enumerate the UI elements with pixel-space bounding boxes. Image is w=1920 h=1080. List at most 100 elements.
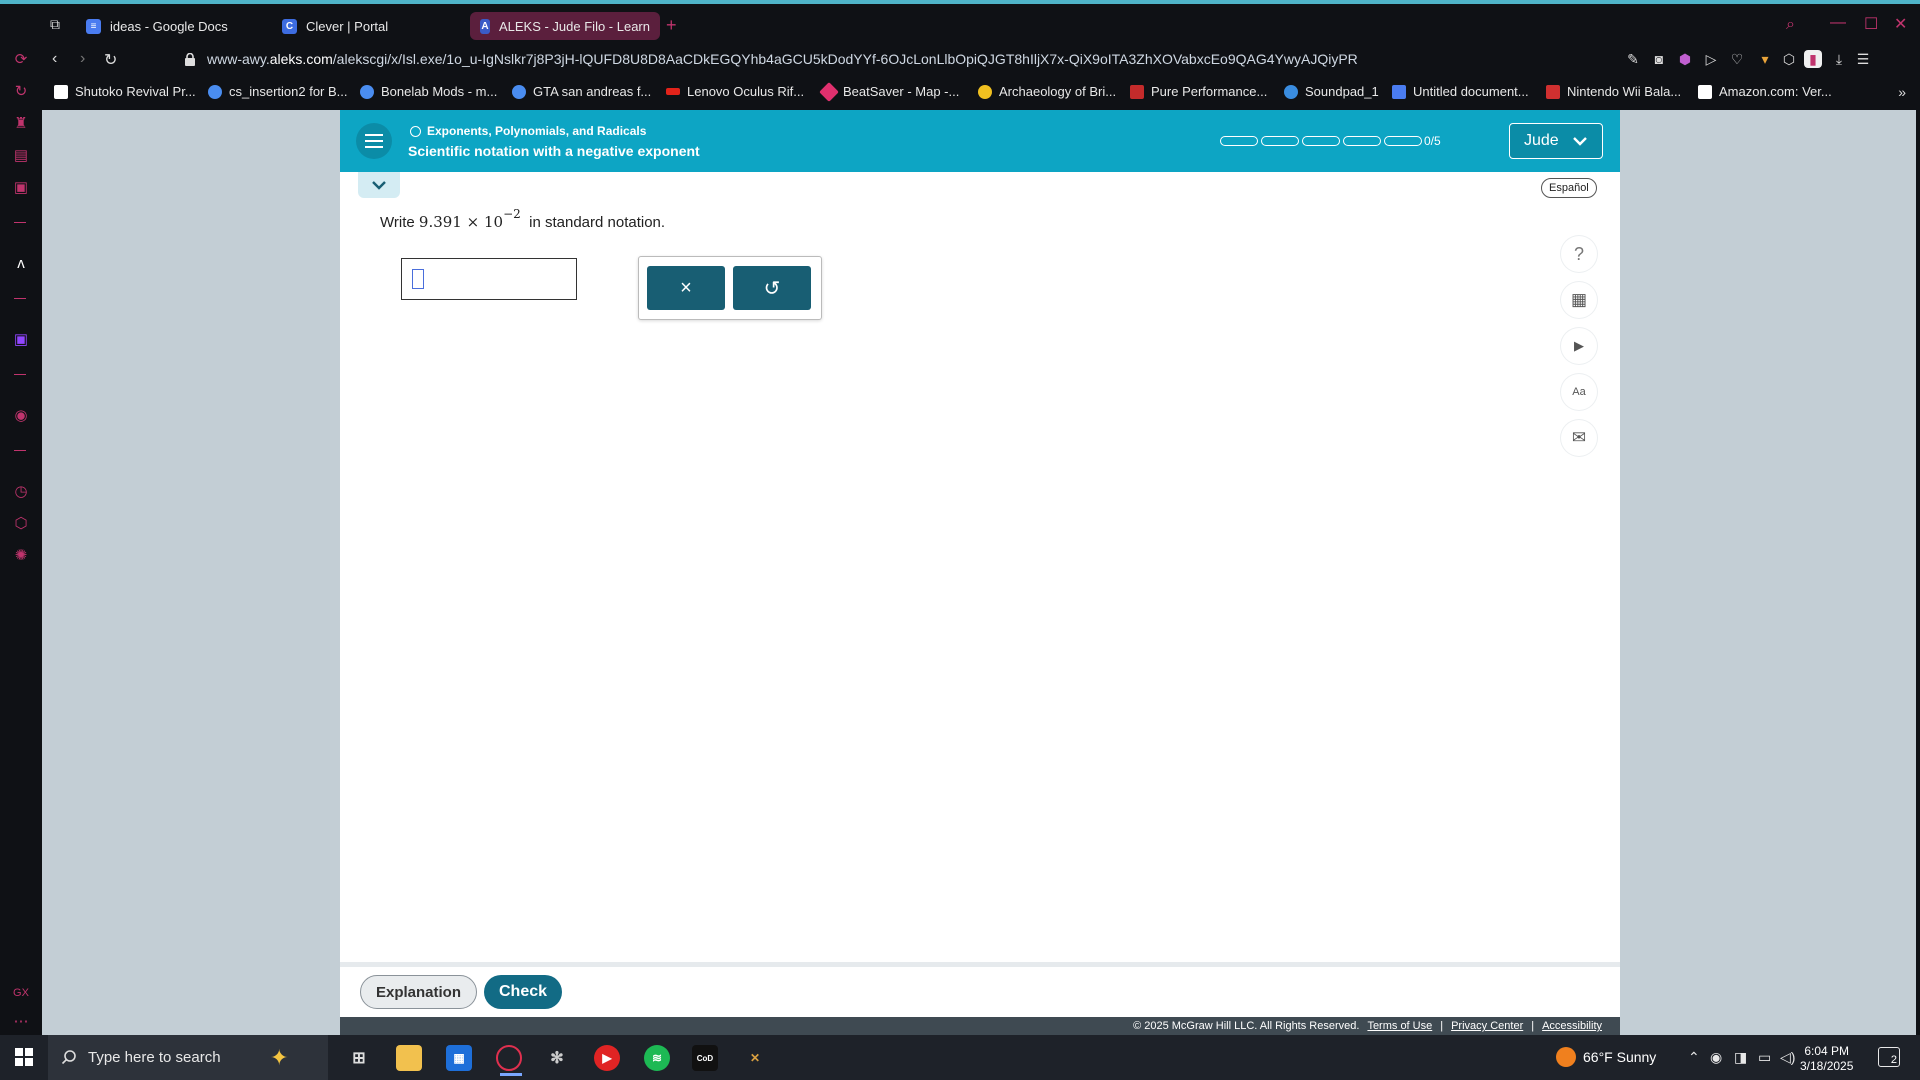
user-menu-button[interactable]: Jude	[1509, 123, 1603, 159]
file-explorer-icon[interactable]	[396, 1045, 422, 1071]
reload-button[interactable]: ↻	[104, 50, 117, 70]
search-highlight-sparkle-icon: ✦	[270, 1045, 289, 1070]
calculator-icon[interactable]: ▦	[1561, 282, 1597, 318]
bookmark-item[interactable]: GTA san andreas f...	[512, 84, 651, 99]
opera-gx-icon[interactable]	[496, 1045, 522, 1076]
mail-app-icon[interactable]: ▣	[10, 176, 32, 198]
vpn-shield-icon[interactable]: ⬢	[1676, 50, 1694, 68]
docs-icon: ≡	[86, 18, 101, 34]
new-tab-button[interactable]: +	[666, 16, 677, 34]
bookmark-item[interactable]: cs_insertion2 for B...	[208, 84, 348, 99]
subtopic-title: Scientific notation with a negative expo…	[408, 143, 700, 159]
action-bar: Explanation Check	[340, 962, 1620, 1010]
windows-start-icon[interactable]	[15, 1048, 33, 1066]
bookmarks-more-button[interactable]: »	[1898, 84, 1906, 100]
bookmark-item[interactable]: Lenovo Oculus Rif...	[666, 84, 804, 99]
settings-gear-icon[interactable]: ✺	[10, 544, 32, 566]
tray-meet-icon[interactable]: ◨	[1734, 1049, 1747, 1066]
nintendo-icon	[1546, 84, 1560, 99]
extension-medal-icon[interactable]: ▾	[1756, 50, 1774, 68]
gx-icon[interactable]: GX	[10, 982, 32, 1004]
history-arrow-icon[interactable]: ↻	[10, 80, 32, 102]
message-icon[interactable]: ✉	[1561, 420, 1597, 456]
chevron-down-icon	[1573, 137, 1587, 146]
tab-clever-portal[interactable]: C Clever | Portal	[272, 12, 398, 40]
bookmark-item[interactable]: Shutoko Revival Pr...	[54, 84, 196, 99]
address-bar: ‹ › ↻ www-awy.aleks.com/alekscgi/x/Isl.e…	[42, 42, 1920, 78]
spotify-icon[interactable]: ≋	[644, 1045, 670, 1071]
network-icon[interactable]: ▭	[1758, 1049, 1771, 1066]
url-field[interactable]: www-awy.aleks.com/alekscgi/x/Isl.exe/1o_…	[207, 51, 1358, 67]
favorites-heart-icon[interactable]: ♡	[1728, 50, 1746, 68]
call-of-duty-icon[interactable]: CoD	[692, 1045, 718, 1071]
privacy-link[interactable]: Privacy Center	[1451, 1020, 1523, 1032]
terms-link[interactable]: Terms of Use	[1367, 1020, 1432, 1032]
progress-count: 0/5	[1424, 134, 1441, 148]
app-settings-icon[interactable]: ✻	[544, 1045, 570, 1071]
tab-google-docs[interactable]: ≡ ideas - Google Docs	[76, 12, 238, 40]
bookmark-item[interactable]: Nintendo Wii Bala...	[1546, 84, 1681, 99]
send-icon[interactable]: ▷	[1702, 50, 1720, 68]
maximize-button[interactable]: ☐	[1864, 14, 1878, 34]
undo-button[interactable]: ↺	[733, 266, 811, 310]
notifications-icon[interactable]: 2	[1878, 1047, 1900, 1067]
edit-page-icon[interactable]: ✎	[1624, 50, 1642, 68]
help-icon[interactable]: ?	[1561, 236, 1597, 272]
textbook-icon[interactable]: Aa	[1561, 374, 1597, 410]
answer-input[interactable]	[401, 258, 577, 300]
refresh-sync-icon[interactable]: ⟳	[10, 48, 32, 70]
sun-icon	[1556, 1047, 1576, 1067]
task-view-icon[interactable]: ⊞	[346, 1045, 372, 1071]
player-icon[interactable]: ◉	[10, 404, 32, 426]
progress-segment	[1220, 136, 1258, 146]
news-icon[interactable]: ▤	[10, 144, 32, 166]
tray-overflow-icon[interactable]: ⌃	[1688, 1049, 1700, 1066]
bookmark-item[interactable]: BeatSaver - Map -...	[819, 81, 959, 102]
game-app-icon[interactable]: ✕	[742, 1045, 768, 1071]
aria-ai-icon[interactable]: ʌ	[10, 252, 32, 274]
camera-snapshot-icon[interactable]: ◙	[1650, 50, 1668, 68]
bookmark-item[interactable]: Archaeology of Bri...	[978, 84, 1116, 99]
input-cursor-box	[412, 269, 424, 289]
microsoft-store-icon[interactable]: ▦	[446, 1045, 472, 1071]
tab-overview-icon[interactable]: ⧉	[50, 16, 60, 33]
video-icon[interactable]: ▶	[1561, 328, 1597, 364]
twitch-icon[interactable]: ▣	[10, 328, 32, 350]
profile-icon[interactable]: ▮	[1804, 50, 1822, 68]
hamburger-menu-button[interactable]	[356, 123, 392, 159]
taskbar-clock[interactable]: 6:04 PM 3/18/2025	[1800, 1044, 1853, 1074]
explanation-button[interactable]: Explanation	[360, 975, 478, 1009]
check-button[interactable]: Check	[484, 975, 563, 1009]
back-button[interactable]: ‹	[52, 50, 57, 68]
tab-aleks[interactable]: A ALEKS - Jude Filo - Learn	[470, 12, 660, 40]
sidebar-divider	[14, 222, 26, 223]
weather-widget[interactable]: 66°F Sunny	[1556, 1047, 1656, 1067]
download-icon[interactable]: ⤓	[1830, 50, 1848, 68]
close-window-button[interactable]: ✕	[1894, 14, 1907, 34]
clock-history-icon[interactable]: ◷	[10, 480, 32, 502]
forward-button[interactable]: ›	[80, 50, 85, 68]
bookmark-item[interactable]: Soundpad_1	[1284, 84, 1379, 99]
youtube-icon[interactable]: ▶	[594, 1045, 620, 1071]
clever-icon: C	[282, 18, 297, 34]
bookmark-item[interactable]: Pure Performance...	[1130, 84, 1267, 99]
search-tabs-icon[interactable]: ⌕	[1786, 16, 1795, 34]
progress-segment	[1261, 136, 1299, 146]
bookmark-item[interactable]: Untitled document...	[1392, 84, 1529, 99]
clear-button[interactable]: ×	[647, 266, 725, 310]
extensions-icon[interactable]: ⬡	[1780, 50, 1798, 68]
lock-icon	[185, 53, 195, 66]
minimize-button[interactable]: —	[1830, 14, 1846, 32]
easy-setup-icon[interactable]: ☰	[1854, 50, 1872, 68]
tray-record-icon[interactable]: ◉	[1710, 1049, 1722, 1066]
volume-icon[interactable]: ◁)	[1780, 1049, 1795, 1066]
bookmark-item[interactable]: Amazon.com: Ver...	[1698, 84, 1832, 99]
espanol-language-button[interactable]: Español	[1541, 178, 1597, 198]
collapse-header-button[interactable]	[358, 172, 400, 198]
more-dots-icon[interactable]: ⋯	[10, 1010, 32, 1032]
user-name: Jude	[1524, 132, 1559, 149]
bookmark-item[interactable]: Bonelab Mods - m...	[360, 84, 497, 99]
game-controller-icon[interactable]: ♜	[10, 112, 32, 134]
accessibility-link[interactable]: Accessibility	[1542, 1020, 1602, 1032]
extensions-cube-icon[interactable]: ⬡	[10, 512, 32, 534]
